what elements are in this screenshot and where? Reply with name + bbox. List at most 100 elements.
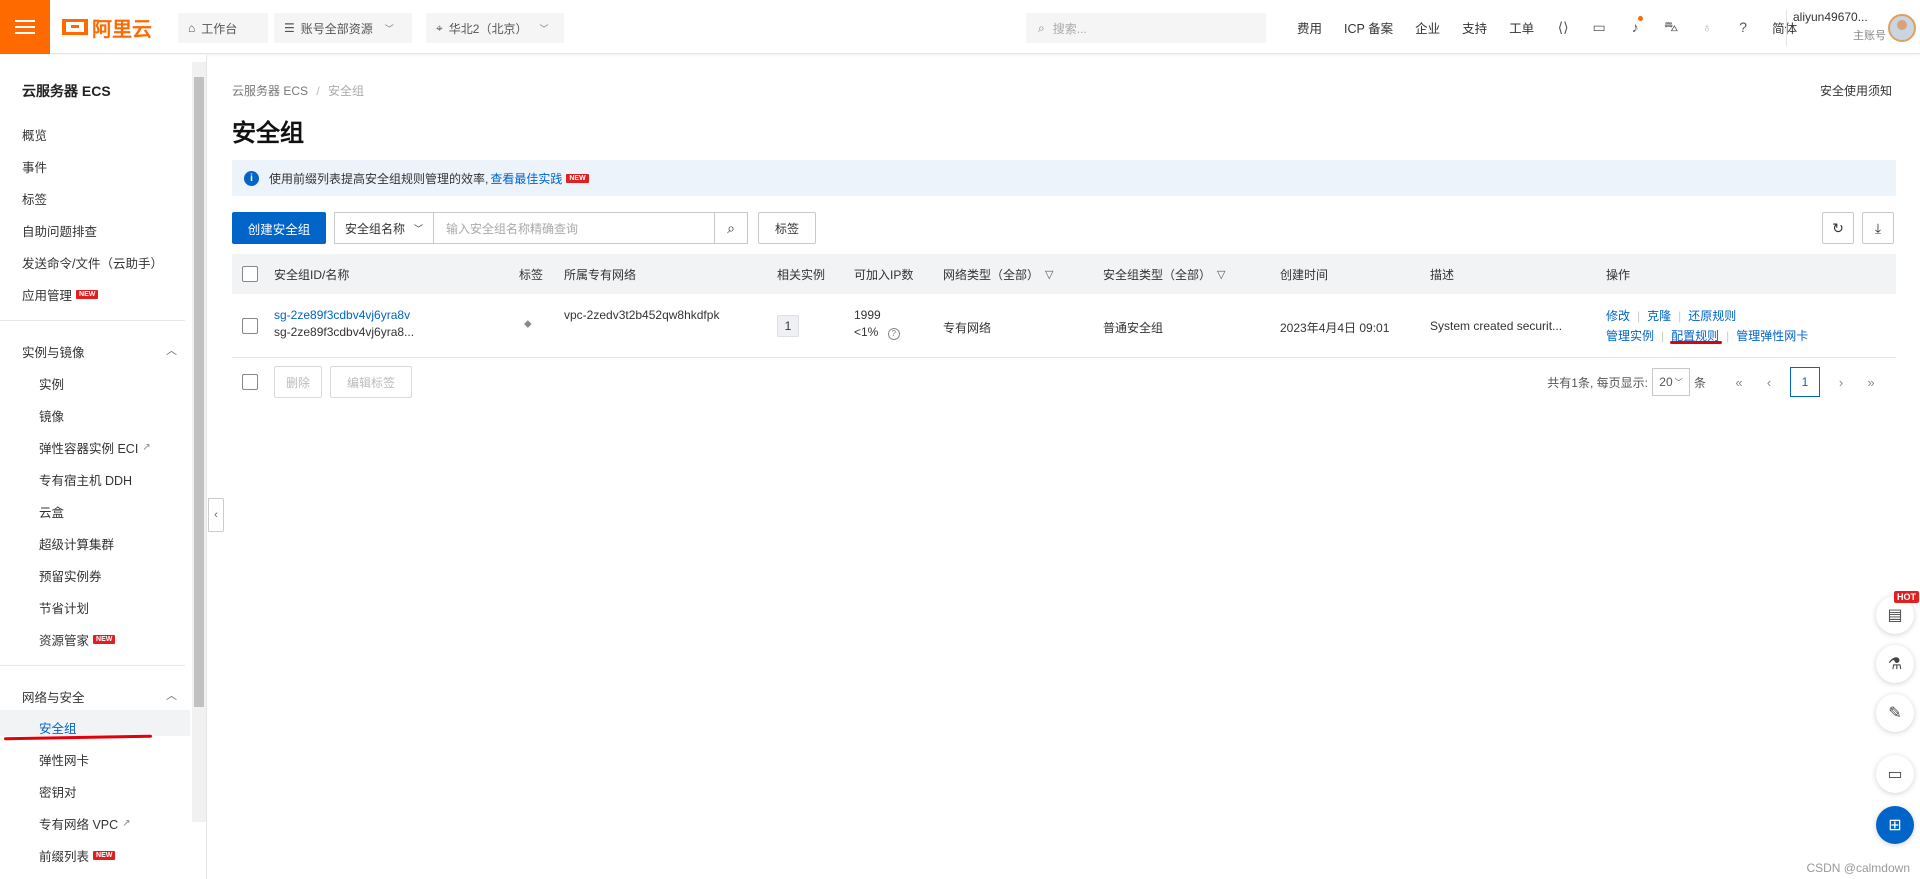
chevron-up-icon: ︿: [166, 690, 177, 702]
tag-icon[interactable]: ⬥: [524, 318, 532, 331]
search-button[interactable]: ⌕: [714, 212, 748, 244]
sidebar-scrollbar-thumb[interactable]: [194, 77, 204, 707]
sidebar-item-troubleshoot[interactable]: 自助问题排查: [22, 221, 97, 240]
edit-tags-button[interactable]: 编辑标签: [330, 366, 412, 398]
security-notice-link[interactable]: 安全使用须知: [1820, 82, 1892, 99]
page-1-button[interactable]: 1: [1790, 367, 1820, 397]
sidebar-item-reserved[interactable]: 预留实例券: [39, 566, 102, 585]
help-icon[interactable]: ?: [1725, 0, 1761, 54]
search-field-select[interactable]: 安全组名称 ﹀: [334, 212, 434, 244]
filter-icon[interactable]: ▽: [1045, 268, 1053, 281]
chevron-down-icon: ﹀: [384, 23, 394, 34]
last-page-button[interactable]: »: [1856, 375, 1886, 390]
restore-rules-link[interactable]: 还原规则: [1688, 309, 1736, 323]
sidebar-item-cloud-assistant[interactable]: 发送命令/文件（云助手）: [22, 253, 163, 272]
sidebar-item-savings-plan[interactable]: 节省计划: [39, 598, 89, 617]
ip-count: 1999: [854, 308, 881, 322]
resource-selector[interactable]: ☰ 账号全部资源 ﹀: [274, 13, 412, 43]
sidebar-item-resource-manager[interactable]: 资源管家 NEW: [39, 630, 116, 649]
breadcrumb-current: 安全组: [328, 84, 365, 98]
sidebar-item-instances[interactable]: 实例: [39, 374, 64, 393]
edit-float-button[interactable]: ✎: [1876, 694, 1914, 732]
security-group-search-input[interactable]: 输入安全组名称精确查询: [433, 212, 715, 244]
delete-button[interactable]: 删除: [274, 366, 322, 398]
col-id-name: 安全组ID/名称: [274, 267, 350, 282]
table-header: 安全组ID/名称 标签 所属专有网络 相关实例 可加入IP数 网络类型（全部） …: [232, 254, 1896, 294]
avatar[interactable]: [1888, 14, 1916, 42]
download-button[interactable]: ⤓: [1862, 212, 1894, 244]
instances-count[interactable]: 1: [777, 315, 799, 337]
help-icon[interactable]: ?: [887, 328, 900, 340]
sidebar-item-keypair[interactable]: 密钥对: [39, 782, 77, 801]
sidebar-item-cloudbox[interactable]: 云盒: [39, 502, 64, 521]
manage-eni-link[interactable]: 管理弹性网卡: [1736, 329, 1808, 343]
select-all-checkbox[interactable]: [242, 254, 258, 294]
sg-type: 普通安全组: [1103, 321, 1164, 335]
lightbulb-icon[interactable]: ♁: [1689, 0, 1725, 54]
sidebar-item-tags[interactable]: 标签: [22, 189, 47, 208]
prev-page-button[interactable]: ‹: [1754, 375, 1784, 390]
breadcrumb-separator: /: [316, 84, 320, 98]
new-badge: NEW: [93, 851, 116, 860]
next-page-button[interactable]: ›: [1826, 375, 1856, 390]
region-selector[interactable]: ⌖ 华北2（北京） ﹀: [426, 13, 564, 43]
sidebar-item-ddh[interactable]: 专有宿主机 DDH: [39, 470, 132, 489]
sidebar-item-vpc[interactable]: 专有网络 VPC ↗: [39, 814, 131, 833]
row-checkbox[interactable]: [242, 318, 258, 337]
first-page-button[interactable]: «: [1724, 375, 1754, 390]
col-desc: 描述: [1430, 267, 1455, 282]
row-actions-line1: 修改 | 克隆 | 还原规则: [1606, 309, 1737, 323]
page-size-select[interactable]: 20 ﹀: [1651, 368, 1690, 396]
sidebar-collapse-button[interactable]: ‹: [208, 498, 224, 532]
apps-float-button[interactable]: ⊞: [1876, 806, 1914, 844]
footer-select-all-checkbox[interactable]: [242, 374, 258, 393]
code-icon[interactable]: ⟨⟩: [1545, 0, 1581, 54]
col-net-type: 网络类型（全部） ▽: [943, 254, 1053, 294]
page-size-unit: 条: [1693, 375, 1706, 390]
sidebar-item-images[interactable]: 镜像: [39, 406, 64, 425]
sidebar-item-security-group[interactable]: 安全组: [39, 718, 77, 737]
refresh-button[interactable]: ↻: [1822, 212, 1854, 244]
link-icp[interactable]: ICP 备案: [1333, 18, 1404, 37]
sidebar-item-eni[interactable]: 弹性网卡: [39, 750, 89, 769]
sidebar-item-events[interactable]: 事件: [22, 157, 47, 176]
global-search-input[interactable]: ⌕ 搜索...: [1026, 13, 1266, 43]
tag-filter-button[interactable]: 标签: [758, 212, 816, 244]
link-ticket[interactable]: 工单: [1498, 18, 1545, 37]
sidebar-item-prefix-list[interactable]: 前缀列表 NEW: [39, 846, 116, 865]
user-account[interactable]: aliyun49670... 主账号: [1786, 10, 1920, 46]
external-link-icon: ↗: [122, 818, 131, 829]
aliyun-logo[interactable]: 阿里云: [62, 14, 152, 41]
hamburger-menu-button[interactable]: [0, 0, 50, 54]
sidebar-item-supercomputing[interactable]: 超级计算集群: [39, 534, 114, 553]
breadcrumb-ecs[interactable]: 云服务器 ECS: [232, 84, 308, 98]
security-group-id-link[interactable]: sg-2ze89f3cdbv4vj6yra8v: [274, 308, 410, 322]
lab-float-button[interactable]: ⚗: [1876, 645, 1914, 683]
download-icon: ⤓: [1874, 219, 1882, 236]
link-enterprise[interactable]: 企业: [1404, 18, 1451, 37]
sidebar-item-overview[interactable]: 概览: [22, 125, 47, 144]
bell-icon[interactable]: ♪: [1617, 0, 1653, 54]
sidebar-item-label: 弹性容器实例 ECI: [39, 442, 139, 456]
sidebar-group-instances[interactable]: 实例与镜像 ︿: [22, 342, 177, 361]
terminal-icon[interactable]: ▭: [1581, 0, 1617, 54]
workbench-button[interactable]: ⌂ 工作台: [178, 13, 268, 43]
clone-link[interactable]: 克隆: [1647, 309, 1671, 323]
filter-icon[interactable]: ▽: [1217, 268, 1225, 281]
manage-instances-link[interactable]: 管理实例: [1606, 329, 1654, 343]
best-practice-link[interactable]: 查看最佳实践: [490, 170, 562, 187]
create-security-group-button[interactable]: 创建安全组: [232, 212, 326, 244]
sidebar-item-eci[interactable]: 弹性容器实例 ECI ↗: [39, 438, 151, 457]
sidebar-item-app-management[interactable]: 应用管理 NEW: [22, 285, 99, 304]
clipboard-icon: ▤: [1887, 607, 1903, 624]
feedback-float-button[interactable]: ▭: [1876, 755, 1914, 793]
workbench-label: 工作台: [201, 21, 238, 36]
cart-icon[interactable]: ⛍: [1653, 0, 1689, 54]
link-billing[interactable]: 费用: [1286, 18, 1333, 37]
vpc-id: vpc-2zedv3t2b452qw8hkdfpk: [564, 308, 720, 322]
col-sg-type: 安全组类型（全部） ▽: [1103, 254, 1225, 294]
modify-link[interactable]: 修改: [1606, 309, 1630, 323]
banner-text: 使用前缀列表提高安全组规则管理的效率,: [269, 171, 489, 186]
sidebar-group-network[interactable]: 网络与安全 ︿: [22, 687, 177, 706]
link-support[interactable]: 支持: [1451, 18, 1498, 37]
